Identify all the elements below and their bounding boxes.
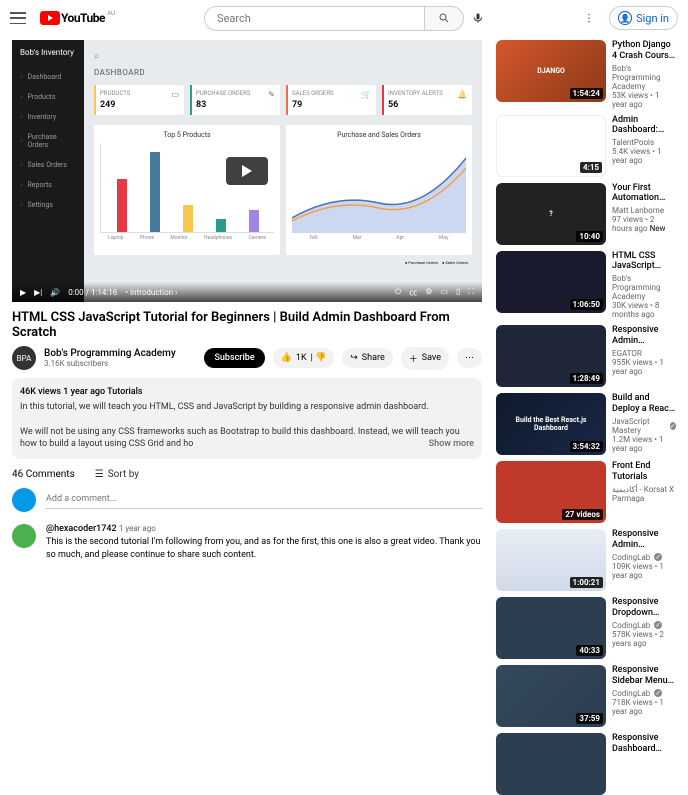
autoplay-toggle[interactable]: ⏻ — [395, 287, 401, 298]
video-thumbnail[interactable]: 1:28:49 — [496, 325, 606, 387]
captions-icon[interactable]: ㏄ — [409, 287, 417, 298]
miniplayer-icon[interactable]: ▭ — [440, 287, 448, 298]
rec-channel[interactable]: Matt Lanborne — [612, 206, 676, 215]
share-button[interactable]: ↪ Share — [342, 348, 392, 368]
logo-text: YouTube — [61, 11, 105, 25]
rec-channel[interactable]: TalentPools — [612, 138, 676, 147]
recommendation-item[interactable]: ?10:40 Your First Automation Product's (… — [496, 183, 676, 245]
video-thumbnail[interactable]: 37:59 — [496, 665, 606, 727]
subscribe-button[interactable]: Subscribe — [204, 348, 264, 368]
rec-title: Admin Dashboard: Jobs, Invoices, Transac… — [612, 115, 676, 137]
country-code: AU — [107, 10, 115, 17]
guide-menu-button[interactable] — [10, 12, 26, 24]
rec-title: Responsive Dropdown Sidebar Menu using H… — [612, 597, 676, 619]
rec-title: Responsive Admin Dashboard Panel in HTML… — [612, 529, 676, 551]
comment-input[interactable] — [46, 490, 482, 509]
recommendation-item[interactable]: 1:06:50 HTML CSS JavaScript Tutorial for… — [496, 251, 676, 320]
comment-author[interactable]: @hexacoder1742 — [46, 524, 117, 534]
video-thumbnail[interactable]: 27 videos — [496, 461, 606, 523]
youtube-icon — [40, 11, 60, 25]
rec-channel[interactable]: CodingLab — [612, 689, 676, 698]
app-sidebar: Bob's Inventory Dashboard Products Inven… — [12, 40, 84, 302]
video-thumbnail[interactable]: ?10:40 — [496, 183, 606, 245]
video-thumbnail[interactable] — [496, 733, 606, 795]
rec-channel[interactable]: أكاديمية - Korsat X Parmaga — [612, 485, 676, 503]
channel-avatar[interactable]: BPA — [12, 346, 36, 370]
recommendation-item[interactable]: 37:59 Responsive Sidebar Menu in HTML CS… — [496, 665, 676, 727]
video-thumbnail[interactable]: Build the Best React.js Dashboard3:54:32 — [496, 393, 606, 455]
recommendation-item[interactable]: Build the Best React.js Dashboard3:54:32… — [496, 393, 676, 455]
rec-channel[interactable]: Bob's Programming Academy — [612, 64, 676, 91]
rec-title: HTML CSS JavaScript Tutorial for Beginne… — [612, 251, 676, 273]
volume-icon[interactable]: 🔊 — [50, 288, 60, 297]
rec-channel[interactable]: CodingLab — [612, 621, 676, 630]
more-actions-button[interactable]: ⋯ — [457, 348, 482, 368]
rec-title: Your First Automation Product's (What Wo… — [612, 183, 676, 205]
recommendation-item[interactable]: Responsive Dashboard Layouts with CSS Gr… — [496, 733, 676, 795]
rec-title: Responsive Sidebar Menu in HTML CSS & Ja… — [612, 665, 676, 687]
settings-icon[interactable]: ⚙ — [425, 287, 432, 298]
comments-count: 46 Comments — [12, 469, 75, 480]
search-input[interactable] — [204, 6, 424, 31]
signin-label: Sign in — [636, 12, 669, 25]
recommendation-item[interactable]: 27 videos Front End Tutorials أكاديمية -… — [496, 461, 676, 523]
commenter-avatar[interactable] — [12, 524, 36, 548]
video-thumbnail[interactable]: 40:33 — [496, 597, 606, 659]
theater-icon[interactable]: ▯ — [456, 287, 460, 298]
show-more-button[interactable]: Show more — [429, 438, 474, 451]
video-title: HTML CSS JavaScript Tutorial for Beginne… — [12, 310, 482, 340]
signin-button[interactable]: 👤 Sign in — [609, 6, 678, 30]
play-button[interactable] — [226, 157, 268, 185]
view-count: 46K views 1 year ago Tutorials — [20, 387, 143, 397]
bar-chart: Top 5 Products LaptopPhoneMonitorHeadpho… — [94, 125, 280, 255]
video-player[interactable]: Bob's Inventory Dashboard Products Inven… — [12, 40, 482, 302]
time-display: 0:00 / 1:14:16 — [68, 288, 117, 297]
user-avatar — [12, 488, 36, 512]
play-icon[interactable]: ▶ — [20, 288, 26, 297]
channel-name[interactable]: Bob's Programming Academy — [44, 348, 196, 359]
fullscreen-icon[interactable]: ⛶ — [468, 287, 474, 298]
voice-search-icon[interactable] — [472, 12, 484, 24]
rec-title: Responsive Admin Dashboard Using HTML CS… — [612, 325, 676, 347]
video-thumbnail[interactable]: 4:15 — [496, 115, 606, 177]
settings-menu-icon[interactable] — [583, 12, 595, 24]
rec-title: Build and Deploy a React Admin Dashboard… — [612, 393, 676, 415]
comment-item: @hexacoder1742 1 year ago This is the se… — [12, 524, 482, 561]
recommendation-item[interactable]: 40:33 Responsive Dropdown Sidebar Menu u… — [496, 597, 676, 659]
search-icon — [438, 12, 450, 24]
video-thumbnail[interactable]: DJANGO1:54:24 — [496, 40, 606, 102]
rec-channel[interactable]: Bob's Programming Academy — [612, 274, 676, 301]
rec-channel[interactable]: CodingLab — [612, 553, 676, 562]
rec-title: Python Django 4 Crash Course For Beginne… — [612, 40, 676, 62]
save-button[interactable]: ＋ Save — [401, 347, 449, 370]
video-thumbnail[interactable]: 1:06:50 — [496, 251, 606, 313]
subscriber-count: 3.16K subscribers — [44, 359, 196, 368]
video-thumbnail[interactable]: 1:00:21 — [496, 529, 606, 591]
recommendation-item[interactable]: DJANGO1:54:24 Python Django 4 Crash Cour… — [496, 40, 676, 109]
recommendations-list: DJANGO1:54:24 Python Django 4 Crash Cour… — [496, 40, 676, 795]
like-button[interactable]: 👍 1K | 👎 — [273, 348, 335, 368]
recommendation-item[interactable]: 4:15 Admin Dashboard: Jobs, Invoices, Tr… — [496, 115, 676, 177]
rec-channel[interactable]: EGATOR — [612, 349, 676, 358]
line-chart: Purchase and Sales Orders FebMarAprMay ●… — [286, 125, 472, 255]
description-box[interactable]: 46K views 1 year ago Tutorials In this t… — [12, 378, 482, 459]
recommendation-item[interactable]: 1:00:21 Responsive Admin Dashboard Panel… — [496, 529, 676, 591]
signin-avatar-icon: 👤 — [618, 11, 632, 25]
sort-button[interactable]: ☰ Sort by — [95, 469, 139, 480]
dash-search-icon — [94, 48, 472, 60]
search-button[interactable] — [424, 6, 464, 31]
youtube-logo[interactable]: YouTube AU — [40, 11, 105, 25]
rec-channel[interactable]: JavaScript Mastery — [612, 417, 676, 435]
rec-title: Front End Tutorials — [612, 461, 676, 483]
recommendation-item[interactable]: 1:28:49 Responsive Admin Dashboard Using… — [496, 325, 676, 387]
next-icon[interactable]: ▶| — [34, 288, 42, 297]
dashboard-body: DASHBOARD PRODUCTS249▭ PURCHASE ORDERS83… — [84, 40, 482, 282]
rec-title: Responsive Dashboard Layouts with CSS Gr… — [612, 733, 676, 755]
